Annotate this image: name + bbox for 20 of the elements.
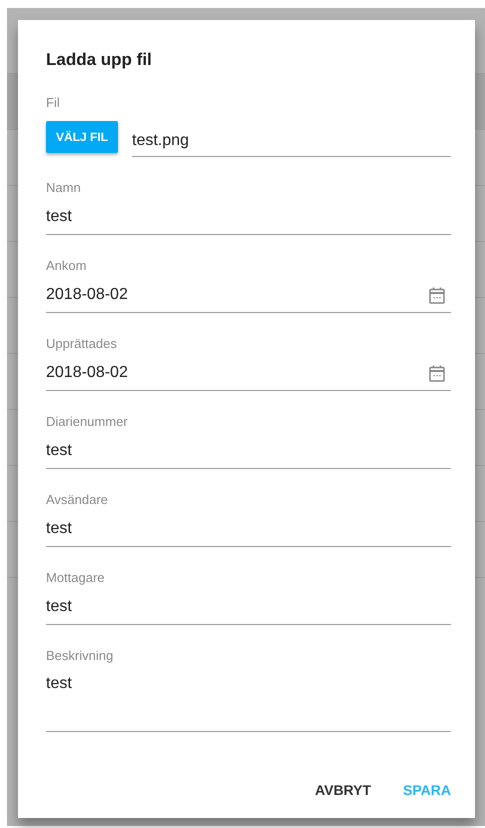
description-field[interactable]: test: [46, 673, 451, 726]
date-field[interactable]: 2018-08-02: [46, 283, 429, 307]
text-field[interactable]: test: [46, 205, 451, 229]
calendar-icon[interactable]: [429, 364, 445, 382]
field-label: Namn: [46, 180, 82, 196]
dialog-title: Ladda upp fil: [46, 49, 153, 71]
text-field[interactable]: test: [46, 595, 451, 619]
text-field[interactable]: test: [46, 517, 451, 541]
cancel-button[interactable]: AVBRYT: [299, 774, 372, 806]
field-label: Fil: [46, 95, 61, 111]
field-label: Ankom: [46, 258, 88, 274]
field-label: Upprättades: [46, 336, 118, 352]
date-field[interactable]: 2018-08-02: [46, 361, 429, 385]
text-field[interactable]: test: [46, 439, 451, 463]
field-label: Beskrivning: [46, 648, 114, 664]
file-name-field[interactable]: test.png: [132, 128, 451, 157]
field-label: Avsändare: [46, 492, 109, 508]
field-label: Mottagare: [46, 570, 106, 586]
calendar-icon[interactable]: [429, 286, 445, 304]
field-label: Diarienummer: [46, 414, 129, 430]
